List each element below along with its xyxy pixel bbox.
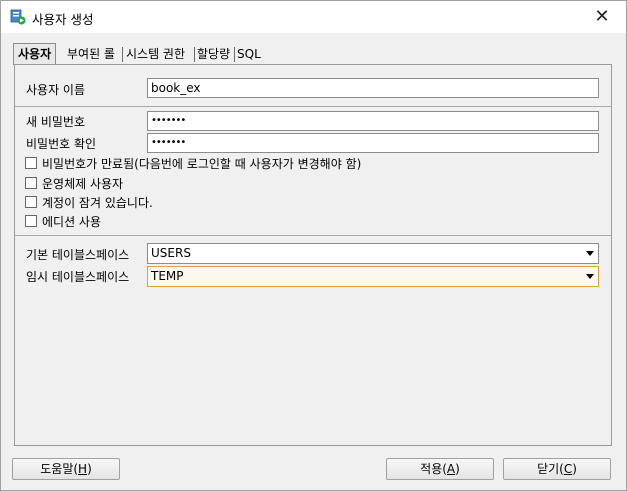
- dropdown-arrow-icon: [586, 274, 594, 279]
- account-locked-checkbox[interactable]: [25, 196, 37, 208]
- tab-system-privileges[interactable]: 시스템 권한: [126, 44, 185, 64]
- new-password-label: 새 비밀번호: [26, 115, 86, 129]
- edition-enabled-label: 에디션 사용: [42, 215, 102, 229]
- window-title: 사용자 생성: [32, 12, 94, 27]
- tab-quota[interactable]: 할당량: [197, 44, 230, 64]
- temp-tablespace-select[interactable]: TEMP: [147, 266, 599, 287]
- edition-enabled-checkbox[interactable]: [25, 215, 37, 227]
- tab-sql[interactable]: SQL: [237, 44, 261, 64]
- tab-separator: [194, 47, 195, 62]
- close-icon: ✕: [594, 6, 610, 27]
- username-label: 사용자 이름: [26, 83, 86, 97]
- create-user-dialog: 사용자 생성 ✕ 사용자 부여된 롤 시스템 권한 할당량 SQL 사용자 이름…: [0, 0, 627, 491]
- os-user-label: 운영체제 사용자: [42, 177, 124, 191]
- confirm-password-label: 비밀번호 확인: [26, 137, 97, 151]
- apply-button[interactable]: 적용(A): [386, 458, 494, 480]
- help-button[interactable]: 도움말(H): [12, 458, 120, 480]
- divider: [15, 106, 611, 107]
- tab-separator: [122, 47, 123, 62]
- close-window-button[interactable]: ✕: [592, 7, 612, 27]
- password-expired-checkbox[interactable]: [25, 157, 37, 169]
- divider: [15, 235, 611, 236]
- password-expired-label: 비밀번호가 만료됨(다음번에 로그인할 때 사용자가 변경해야 함): [42, 157, 362, 171]
- confirm-password-input[interactable]: •••••••: [147, 133, 599, 153]
- temp-tablespace-label: 임시 테이블스페이스: [26, 270, 130, 284]
- default-tablespace-label: 기본 테이블스페이스: [26, 248, 130, 262]
- account-locked-label: 계정이 잠겨 있습니다.: [42, 196, 153, 210]
- os-user-checkbox[interactable]: [25, 177, 37, 189]
- title-bar: 사용자 생성 ✕: [1, 1, 626, 33]
- tab-granted-roles[interactable]: 부여된 롤: [67, 44, 115, 64]
- username-input[interactable]: [147, 78, 599, 98]
- default-tablespace-select[interactable]: USERS: [147, 243, 599, 264]
- close-button[interactable]: 닫기(C): [503, 458, 611, 480]
- tab-user[interactable]: 사용자: [13, 43, 57, 65]
- new-password-input[interactable]: •••••••: [147, 111, 599, 131]
- tab-separator: [234, 47, 235, 62]
- dropdown-arrow-icon: [586, 251, 594, 256]
- user-panel: 사용자 이름 새 비밀번호 ••••••• 비밀번호 확인 ••••••• 비밀…: [14, 64, 612, 446]
- create-user-icon: [10, 9, 26, 25]
